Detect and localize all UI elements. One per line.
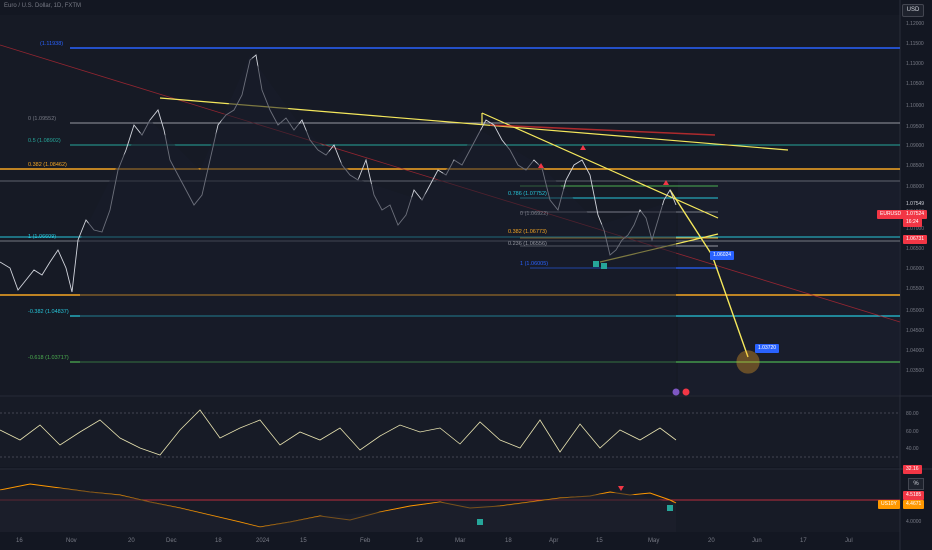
time-tick: Jun: [752, 538, 762, 544]
time-tick: Jul: [845, 538, 853, 544]
time-tick: 19: [416, 538, 423, 544]
rsi-tick: 40.00: [906, 446, 919, 452]
rsi-tick: 80.00: [906, 411, 919, 417]
arrow-up-icon: [593, 261, 599, 267]
target-callout: 1.03720: [755, 344, 780, 353]
chart-window: Euro / U.S. Dollar, 1D, FXTM USD 1.12000…: [0, 0, 932, 550]
price-tick: 1.05500: [906, 286, 924, 292]
price-tick: 1.06000: [906, 266, 924, 272]
fib-label: 0.5 (1.08902): [28, 138, 61, 144]
arrow-up-icon: [477, 519, 483, 525]
flag-icon: [672, 388, 680, 396]
time-tick: Mar: [455, 538, 466, 544]
time-tick: Dec: [166, 538, 177, 544]
price-tick: 1.04500: [906, 328, 924, 334]
fib-label: (1.11938): [40, 41, 63, 47]
time-tick: May: [648, 538, 660, 544]
time-tick: 15: [300, 538, 307, 544]
time-tick: 15: [596, 538, 603, 544]
fib-label: 1 (1.06609): [28, 234, 56, 240]
time-tick: 18: [215, 538, 222, 544]
fib-label: 0.382 (1.06773): [508, 229, 547, 235]
time-tick: 18: [505, 538, 512, 544]
price-chart-canvas[interactable]: 1.12000 1.11500 1.11000 1.10500 1.10000 …: [0, 0, 932, 550]
time-tick: 20: [128, 538, 135, 544]
calendar-icon: [682, 388, 690, 396]
osc-tag: 4.4671: [903, 500, 925, 509]
price-tick: 1.09000: [906, 143, 924, 149]
osc-tag: 4.5185: [903, 491, 925, 500]
price-tick: 1.10500: [906, 81, 924, 87]
fib-label: 0.786 (1.07752): [508, 191, 547, 197]
osc-tick: 4.0000: [906, 519, 922, 525]
price-tick: 1.09500: [906, 124, 924, 130]
percent-button[interactable]: %: [908, 478, 924, 490]
time-tick: 2024: [256, 538, 270, 544]
time-tick: 17: [800, 538, 807, 544]
fib-label: 1 (1.06005): [520, 261, 548, 267]
time-tick: Nov: [66, 538, 77, 544]
fib-label: -0.382 (1.04837): [28, 309, 69, 315]
fib-label: 0.382 (1.08462): [28, 162, 67, 168]
osc-label: US10Y: [878, 500, 900, 509]
price-tick: 1.05000: [906, 308, 924, 314]
countdown: 16:24: [903, 218, 922, 227]
time-tick: Feb: [360, 538, 371, 544]
price-tick: 1.03500: [906, 368, 924, 374]
price-tick: 1.10000: [906, 103, 924, 109]
price-tick: 1.08000: [906, 184, 924, 190]
current-price: 1.07549: [903, 200, 928, 209]
price-tick: 1.04000: [906, 348, 924, 354]
arrow-up-icon: [601, 263, 607, 269]
target-callout: 1.06024: [710, 251, 735, 260]
price-tick: 1.12000: [906, 21, 924, 27]
price-tick: 1.08500: [906, 163, 924, 169]
arrow-up-icon: [667, 505, 673, 511]
price-tick: 1.11000: [906, 61, 924, 67]
time-tick: 20: [708, 538, 715, 544]
target-circle-icon: [736, 350, 760, 374]
time-tick: 16: [16, 538, 23, 544]
price-tick: 1.06500: [906, 246, 924, 252]
fib-label: -0.618 (1.03717): [28, 355, 69, 361]
symbol-tag: EURUSD: [877, 210, 905, 219]
fib-label: 0 (1.09552): [28, 116, 56, 122]
price-tick: 1.11500: [906, 41, 924, 47]
fib-label: 0.236 (1.06556): [508, 241, 547, 247]
rsi-tick: 60.00: [906, 429, 919, 435]
fib-label: 0 (1.06922): [520, 211, 548, 217]
rsi-tag: 32.16: [903, 465, 922, 474]
level-tag: 1.06731: [903, 235, 928, 244]
time-tick: Apr: [549, 538, 559, 544]
